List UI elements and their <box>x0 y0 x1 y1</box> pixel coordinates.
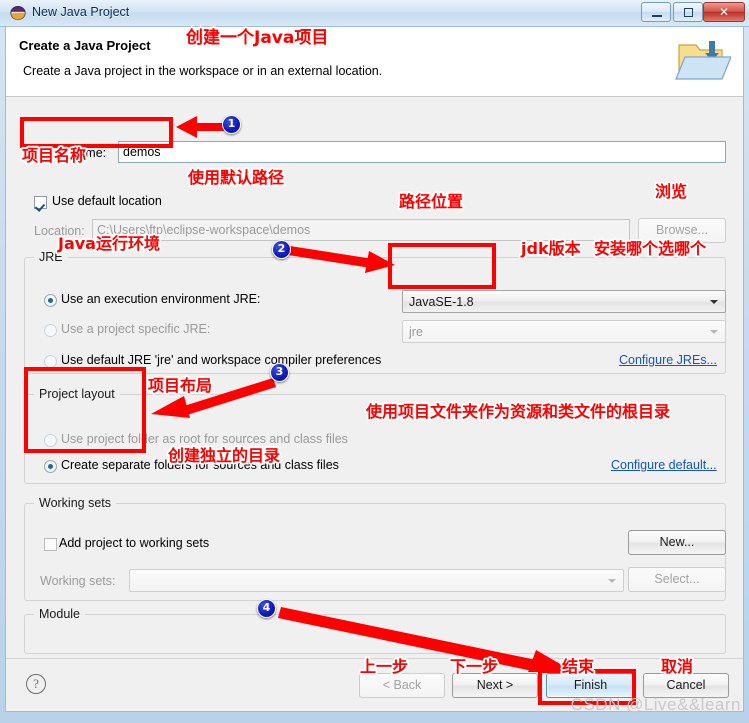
annotation-java-runtime: Java运行环境 <box>58 234 160 253</box>
annotation-use-project-folder: 使用项目文件夹作为资源和类文件的根目录 <box>366 402 671 421</box>
dialog-window: New Java Project ✕ Create a Java Project… <box>0 0 749 723</box>
annotation-prev-step: 上一步 <box>360 657 409 676</box>
badge-2: 2 <box>272 240 291 259</box>
module-group-title: Module <box>34 607 85 621</box>
maximize-icon <box>684 8 693 17</box>
jre-option-default-radio[interactable] <box>44 355 57 368</box>
configure-jres-link[interactable]: Configure JREs... <box>619 353 717 367</box>
use-default-location-label: Use default location <box>52 194 162 208</box>
page-title: Create a Java Project <box>19 38 151 53</box>
wizard-body: Project name: demos Use default location… <box>6 97 743 658</box>
working-sets-label: Working sets: <box>40 574 116 588</box>
annotation-project-layout: 项目布局 <box>148 376 213 395</box>
annotation-finish: 结束 <box>562 657 595 676</box>
badge-3: 3 <box>270 363 289 382</box>
jre-option-execution-env-radio[interactable] <box>44 294 57 307</box>
badge-1: 1 <box>222 115 241 134</box>
annotation-project-name: 项目名称 <box>22 146 87 165</box>
jre-option-execution-env-label: Use an execution environment JRE: <box>61 292 261 306</box>
layout-option-separate-folders-radio[interactable] <box>44 460 57 473</box>
project-jre-combo[interactable]: jre <box>402 320 726 343</box>
eclipse-java-icon <box>10 6 26 20</box>
jre-option-project-specific-radio[interactable] <box>44 324 57 337</box>
configure-default-link[interactable]: Configure default... <box>611 458 717 472</box>
layout-option-project-folder-radio[interactable] <box>44 434 57 447</box>
annotation-separate-folders: 创建独立的目录 <box>168 446 281 465</box>
badge-4: 4 <box>257 599 276 618</box>
add-project-to-working-sets-label: Add project to working sets <box>59 536 210 550</box>
chevron-down-icon <box>710 330 718 334</box>
minimize-button[interactable] <box>641 2 671 22</box>
annotation-default-path: 使用默认路径 <box>188 168 285 187</box>
watermark: CSDN @Live&&learn <box>570 695 741 714</box>
working-sets-group-title: Working sets <box>34 496 117 510</box>
annotation-create-java-project: 创建一个Java项目 <box>186 28 329 48</box>
chevron-down-icon <box>710 300 718 304</box>
minimize-icon <box>652 15 662 17</box>
jre-option-project-specific-label: Use a project specific JRE: <box>61 322 211 336</box>
wizard-header: Create a Java Project Create a Java proj… <box>6 27 743 97</box>
select-working-set-button[interactable]: Select... <box>628 567 726 592</box>
chevron-down-icon <box>608 579 616 583</box>
annotation-jdk-version: jdk版本 <box>521 239 581 258</box>
annotation-install-which: 安装哪个选哪个 <box>594 239 707 258</box>
help-icon[interactable]: ? <box>26 674 46 694</box>
page-description: Create a Java project in the workspace o… <box>23 64 383 78</box>
window-title: New Java Project <box>32 5 130 19</box>
annotation-cancel: 取消 <box>661 657 694 676</box>
close-button[interactable]: ✕ <box>703 2 745 22</box>
annotation-browse: 浏览 <box>655 182 688 201</box>
project-layout-group-title: Project layout <box>34 387 120 401</box>
dialog-client: Create a Java Project Create a Java proj… <box>5 26 744 712</box>
execution-environment-value: JavaSE-1.8 <box>409 295 474 309</box>
working-sets-combo[interactable] <box>129 569 624 592</box>
use-default-location-checkbox[interactable] <box>34 196 47 209</box>
new-working-set-button[interactable]: New... <box>628 530 726 555</box>
module-group <box>24 614 726 654</box>
project-name-input[interactable]: demos <box>118 141 726 163</box>
maximize-button[interactable] <box>673 2 703 22</box>
project-jre-value: jre <box>409 325 423 339</box>
execution-environment-combo[interactable]: JavaSE-1.8 <box>402 290 726 313</box>
close-icon: ✕ <box>718 5 730 19</box>
new-java-project-folder-icon <box>675 41 731 80</box>
annotation-path-location: 路径位置 <box>399 192 464 211</box>
add-project-to-working-sets-checkbox[interactable] <box>44 538 57 551</box>
jre-option-default-label: Use default JRE 'jre' and workspace comp… <box>61 353 382 367</box>
title-bar: New Java Project ✕ <box>0 0 749 27</box>
annotation-next-step: 下一步 <box>450 657 499 676</box>
